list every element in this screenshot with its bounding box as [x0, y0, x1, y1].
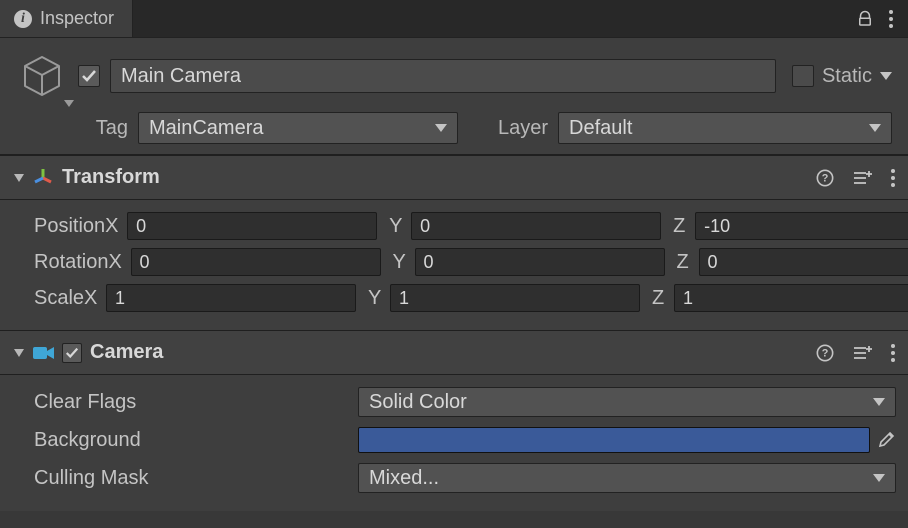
layer-value: Default — [569, 117, 632, 140]
help-icon[interactable]: ? — [816, 344, 834, 362]
clear-flags-dropdown[interactable]: Solid Color — [358, 387, 896, 417]
transform-component: Transform ? Position X Y Z Rotation — [0, 155, 908, 330]
position-label: Position — [12, 215, 105, 238]
axis-y-label: Y — [368, 287, 384, 310]
chevron-down-icon — [869, 123, 881, 133]
rotation-z-input[interactable] — [699, 248, 908, 276]
background-row: Background — [12, 421, 896, 459]
rotation-y-input[interactable] — [415, 248, 665, 276]
culling-mask-dropdown[interactable]: Mixed... — [358, 463, 896, 493]
tabbar-right — [842, 0, 908, 37]
preset-icon[interactable] — [852, 169, 872, 187]
help-icon[interactable]: ? — [816, 169, 834, 187]
culling-mask-label: Culling Mask — [12, 467, 358, 490]
axis-y-label: Y — [389, 215, 405, 238]
position-row: Position X Y Z — [12, 208, 896, 244]
kebab-menu-icon[interactable] — [890, 343, 896, 363]
enabled-checkbox[interactable] — [78, 65, 100, 87]
axis-x-label: X — [109, 251, 125, 274]
background-color-field[interactable] — [358, 427, 870, 453]
tag-value: MainCamera — [149, 117, 263, 140]
inspector-tabbar: i Inspector — [0, 0, 908, 38]
scale-label: Scale — [12, 287, 84, 310]
kebab-menu-icon[interactable] — [888, 9, 894, 29]
transform-icon — [32, 167, 54, 189]
scale-row: Scale X Y Z — [12, 280, 896, 316]
scale-x-input[interactable] — [106, 284, 356, 312]
camera-title: Camera — [90, 341, 816, 364]
gameobject-row2: Tag MainCamera Layer Default — [16, 112, 892, 144]
camera-header-right: ? — [816, 343, 896, 363]
chevron-down-icon — [64, 100, 74, 108]
gameobject-name-input[interactable] — [110, 59, 776, 93]
axis-z-label: Z — [677, 251, 693, 274]
rotation-row: Rotation X Y Z — [12, 244, 896, 280]
axis-y-label: Y — [393, 251, 409, 274]
chevron-down-icon — [435, 123, 447, 133]
gameobject-cube-icon[interactable] — [16, 50, 68, 102]
culling-mask-row: Culling Mask Mixed... — [12, 459, 896, 497]
position-x-input[interactable] — [127, 212, 377, 240]
rotation-label: Rotation — [12, 251, 109, 274]
tabbar-spacer — [133, 0, 842, 37]
chevron-down-icon — [873, 397, 885, 407]
tag-dropdown[interactable]: MainCamera — [138, 112, 458, 144]
culling-mask-value: Mixed... — [369, 467, 439, 490]
gameobject-header: Static Tag MainCamera Layer Default — [0, 38, 908, 155]
position-z-input[interactable] — [695, 212, 908, 240]
clear-flags-value: Solid Color — [369, 391, 467, 414]
camera-header[interactable]: Camera ? — [0, 331, 908, 375]
position-y-input[interactable] — [411, 212, 661, 240]
inspector-tab-label: Inspector — [40, 8, 114, 29]
svg-text:?: ? — [822, 172, 829, 184]
camera-icon — [32, 344, 56, 362]
axis-z-label: Z — [673, 215, 689, 238]
info-icon: i — [14, 10, 32, 28]
rotation-x-input[interactable] — [131, 248, 381, 276]
layer-dropdown[interactable]: Default — [558, 112, 892, 144]
clear-flags-label: Clear Flags — [12, 391, 358, 414]
svg-text:?: ? — [822, 347, 829, 359]
background-label: Background — [12, 429, 358, 452]
transform-properties: Position X Y Z Rotation X Y Z Scale X Y … — [0, 200, 908, 330]
static-label: Static — [822, 65, 872, 88]
transform-header[interactable]: Transform ? — [0, 156, 908, 200]
foldout-icon — [12, 347, 26, 359]
scale-y-input[interactable] — [390, 284, 640, 312]
eyedropper-icon[interactable] — [876, 430, 896, 450]
transform-title: Transform — [62, 166, 816, 189]
lock-icon[interactable] — [856, 10, 874, 28]
inspector-tab[interactable]: i Inspector — [0, 0, 133, 37]
camera-enabled-checkbox[interactable] — [62, 343, 82, 363]
static-checkbox[interactable] — [792, 65, 814, 87]
axis-x-label: X — [105, 215, 121, 238]
static-block: Static — [786, 65, 892, 88]
camera-component: Camera ? Clear Flags Solid Color Bac — [0, 330, 908, 511]
kebab-menu-icon[interactable] — [890, 168, 896, 188]
gameobject-row1: Static — [16, 50, 892, 102]
chevron-down-icon[interactable] — [880, 71, 892, 81]
scale-z-input[interactable] — [674, 284, 908, 312]
layer-label: Layer — [498, 117, 548, 140]
camera-properties: Clear Flags Solid Color Background Culli… — [0, 375, 908, 511]
foldout-icon — [12, 172, 26, 184]
transform-header-right: ? — [816, 168, 896, 188]
clear-flags-row: Clear Flags Solid Color — [12, 383, 896, 421]
preset-icon[interactable] — [852, 344, 872, 362]
axis-x-label: X — [84, 287, 100, 310]
axis-z-label: Z — [652, 287, 668, 310]
chevron-down-icon — [873, 473, 885, 483]
tag-label: Tag — [84, 117, 128, 140]
